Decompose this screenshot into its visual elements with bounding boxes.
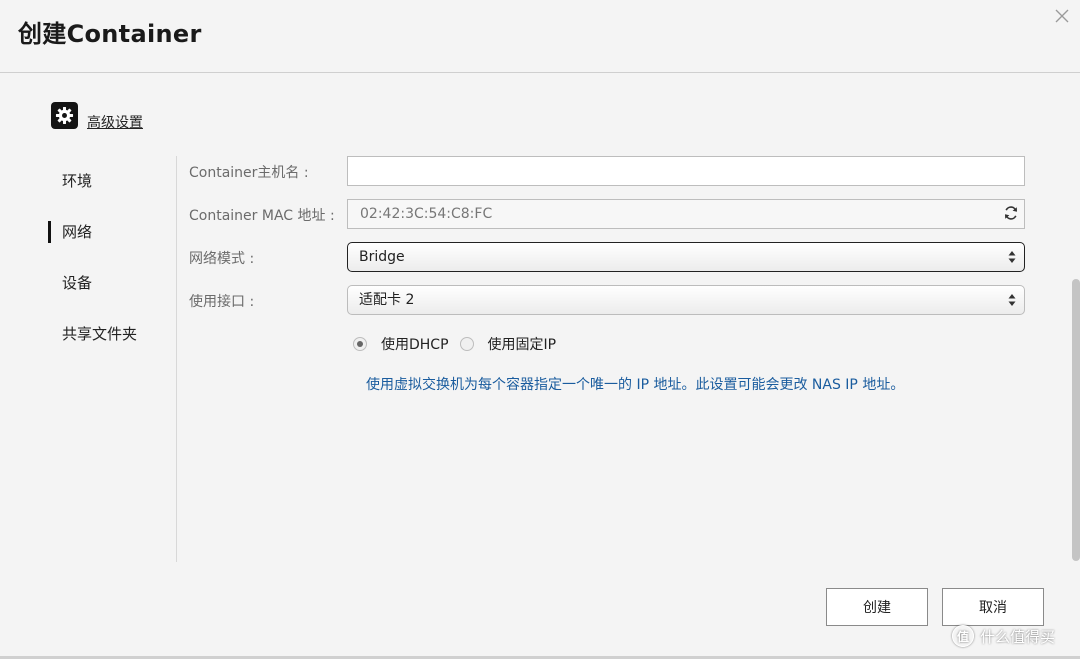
interface-value: 适配卡 2 — [359, 292, 415, 308]
dialog-title: 创建Container — [18, 20, 202, 48]
section-header: 高级设置 — [51, 101, 143, 132]
cancel-button[interactable]: 取消 — [942, 588, 1044, 626]
dhcp-radio[interactable] — [353, 337, 367, 351]
dhcp-radio-label[interactable]: 使用DHCP — [381, 334, 449, 354]
content-divider — [176, 156, 177, 562]
advanced-settings-link[interactable]: 高级设置 — [87, 112, 143, 132]
refresh-icon[interactable] — [1003, 205, 1019, 221]
mac-input[interactable] — [347, 199, 1025, 229]
dialog-title-bar: 创建Container — [0, 0, 1080, 73]
network-info-text: 使用虚拟交换机为每个容器指定一个唯一的 IP 地址。此设置可能会更改 NAS I… — [366, 377, 905, 393]
ip-mode-radio-group: 使用DHCP 使用固定IP — [353, 334, 556, 354]
mac-label: Container MAC 地址 : — [189, 208, 335, 224]
sidebar-item-shared-folders[interactable]: 共享文件夹 — [48, 311, 173, 362]
sidebar-item-network[interactable]: 网络 — [48, 209, 173, 260]
scrollbar-thumb[interactable] — [1072, 279, 1080, 561]
interface-select[interactable]: 适配卡 2 — [347, 285, 1025, 315]
sidebar-item-devices[interactable]: 设备 — [48, 260, 173, 311]
static-ip-radio[interactable] — [459, 337, 474, 351]
chevron-updown-icon — [1008, 251, 1016, 263]
sidebar-item-environment[interactable]: 环境 — [48, 158, 173, 209]
network-mode-value: Bridge — [359, 249, 405, 265]
create-button[interactable]: 创建 — [826, 588, 928, 626]
chevron-updown-icon — [1008, 294, 1016, 306]
static-ip-radio-label[interactable]: 使用固定IP — [488, 334, 557, 354]
sidebar-nav: 环境 网络 设备 共享文件夹 — [48, 158, 173, 362]
close-icon[interactable] — [1052, 6, 1072, 26]
hostname-input[interactable] — [347, 156, 1025, 186]
watermark-text: 什么值得买 — [980, 627, 1056, 646]
network-mode-select[interactable]: Bridge — [347, 242, 1025, 272]
interface-label: 使用接口 : — [189, 294, 255, 310]
network-mode-label: 网络模式 : — [189, 251, 255, 267]
hostname-label: Container主机名 : — [189, 165, 309, 181]
gear-icon — [51, 101, 78, 129]
watermark-logo-icon: 值 — [952, 625, 974, 647]
watermark: 值 什么值得买 — [952, 624, 1055, 648]
